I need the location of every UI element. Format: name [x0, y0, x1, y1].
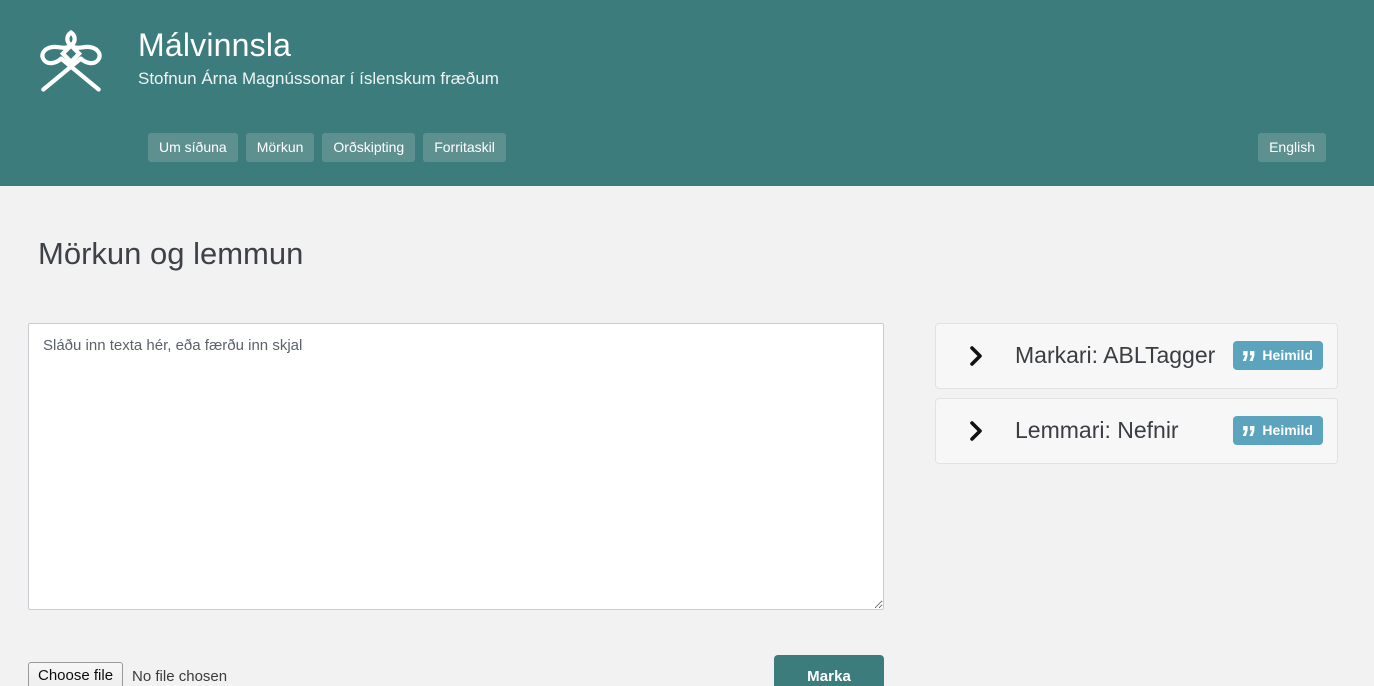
content-columns: Choose file No file chosen Marka Markari… — [0, 293, 1374, 686]
quote-left-icon — [1242, 424, 1256, 437]
panel-lemmari-source-badge-label: Heimild — [1262, 422, 1313, 439]
file-status-label: No file chosen — [132, 667, 228, 685]
site-title: Málvinnsla — [138, 27, 292, 63]
input-column: Choose file No file chosen Marka — [28, 322, 884, 686]
choose-file-button[interactable]: Choose file — [28, 661, 124, 686]
options-column: Markari: ABLTagger Heimild Lemmari: Nefn… — [935, 322, 1338, 473]
site-subtitle: Stofnun Árna Magnússonar í íslenskum fræ… — [138, 69, 499, 88]
language-toggle-button[interactable]: English — [1258, 132, 1326, 162]
site-header: Málvinnsla Stofnun Árna Magnússonar í ís… — [0, 0, 1374, 186]
main-content: Mörkun og lemmun Choose file No file cho… — [0, 207, 1374, 686]
quote-left-icon — [1242, 349, 1256, 362]
panel-lemmari-label: Lemmari: Nefnir — [1015, 417, 1179, 444]
panel-markari-label: Markari: ABLTagger — [1015, 342, 1216, 369]
panel-markari[interactable]: Markari: ABLTagger Heimild — [935, 322, 1338, 389]
nav-um-siduna[interactable]: Um síðuna — [148, 132, 238, 162]
file-upload-control[interactable]: Choose file No file chosen — [28, 661, 228, 686]
chevron-right-icon — [968, 420, 985, 442]
nav-morkun[interactable]: Mörkun — [245, 132, 315, 162]
panel-lemmari-source-badge[interactable]: Heimild — [1233, 416, 1323, 446]
nav-items: Um síðuna Mörkun Orðskipting Forritaskil — [148, 132, 506, 162]
page-title: Mörkun og lemmun — [38, 235, 304, 271]
panel-lemmari[interactable]: Lemmari: Nefnir Heimild — [935, 397, 1338, 464]
nav-forritaskil[interactable]: Forritaskil — [423, 132, 506, 162]
text-input-textarea[interactable] — [28, 322, 884, 610]
form-controls-row: Choose file No file chosen Marka — [28, 654, 884, 686]
panel-markari-source-badge[interactable]: Heimild — [1233, 341, 1323, 371]
nav-right: English — [1258, 132, 1326, 162]
nav-ordskipting[interactable]: Orðskipting — [322, 132, 416, 162]
brand-text: Málvinnsla Stofnun Árna Magnússonar í ís… — [138, 22, 499, 91]
arni-magnusson-knot-logo-icon — [30, 26, 112, 96]
marka-submit-button[interactable]: Marka — [774, 654, 884, 686]
panel-markari-source-badge-label: Heimild — [1262, 347, 1313, 364]
brand: Málvinnsla Stofnun Árna Magnússonar í ís… — [0, 0, 1374, 96]
chevron-right-icon — [968, 345, 985, 367]
main-navigation: Um síðuna Mörkun Orðskipting Forritaskil… — [0, 132, 1374, 162]
